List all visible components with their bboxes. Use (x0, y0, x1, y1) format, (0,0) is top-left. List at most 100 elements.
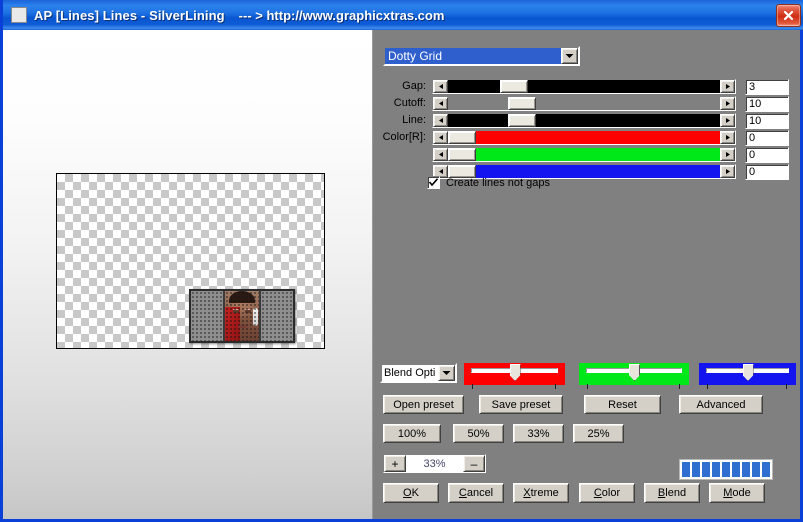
preview-artwork (189, 289, 295, 343)
artwork-right-panel (261, 291, 293, 341)
preview-canvas[interactable] (56, 173, 325, 349)
slider-increment-button[interactable] (720, 114, 735, 127)
slider-track[interactable] (448, 148, 720, 161)
slider-control[interactable] (432, 113, 736, 128)
arrow-right-icon (725, 84, 730, 89)
slider-control[interactable] (432, 79, 736, 94)
slider-thumb[interactable] (507, 97, 536, 110)
button-accel-letter: C (593, 487, 602, 499)
slider-thumb[interactable] (448, 148, 476, 161)
plugin-dialog-window: AP [Lines] Lines - SilverLining --- > ht… (0, 0, 803, 522)
button-accel-letter: M (723, 487, 733, 499)
chevron-down-icon (565, 54, 574, 58)
blend-slider-tick (786, 384, 787, 389)
arrow-right-icon (725, 135, 730, 140)
slider-thumb[interactable] (507, 114, 536, 127)
zoom-decrease-button[interactable]: – (463, 455, 485, 472)
arrow-right-icon (725, 169, 730, 174)
preset-dropdown-arrow[interactable] (561, 48, 578, 64)
save-preset-button[interactable]: Save preset (479, 395, 563, 414)
slider-control[interactable] (432, 130, 736, 145)
zoom-increase-button[interactable]: + (384, 455, 406, 472)
slider-increment-button[interactable] (720, 97, 735, 110)
create-lines-checkbox-row[interactable]: Create lines not gaps (427, 176, 550, 189)
blend-slider-thumb[interactable] (742, 364, 754, 381)
slider-decrement-button[interactable] (433, 97, 448, 110)
cancel-button[interactable]: Cancel (448, 483, 504, 503)
advanced-button[interactable]: Advanced (679, 395, 763, 414)
blend-options-dropdown[interactable]: Blend Opti (380, 363, 457, 383)
arrow-left-icon (438, 152, 443, 157)
arrow-right-icon (725, 152, 730, 157)
slider-track[interactable] (448, 97, 720, 110)
chevron-down-icon (442, 371, 451, 375)
slider-value-input[interactable]: 0 (745, 147, 789, 163)
blend-slider-thumb[interactable] (629, 364, 640, 381)
slider-decrement-button[interactable] (433, 131, 448, 144)
slider-track[interactable] (448, 131, 720, 144)
xtreme-button[interactable]: Xtreme (513, 483, 569, 503)
progress-block (722, 462, 730, 477)
color-button[interactable]: Color (579, 483, 635, 503)
slider-value-input[interactable]: 0 (745, 130, 789, 146)
zoom-33-button[interactable]: 33% (513, 424, 564, 443)
slider-control[interactable] (432, 96, 736, 111)
ok-button[interactable]: OK (383, 483, 439, 503)
slider-value-input[interactable]: 0 (745, 164, 789, 180)
zoom-25-button[interactable]: 25% (573, 424, 624, 443)
blend-slider-tick (707, 384, 708, 389)
slider-increment-button[interactable] (720, 148, 735, 161)
blend-options-arrow[interactable] (438, 365, 455, 381)
blend-slider-tick (472, 384, 473, 389)
slider-value-input[interactable]: 10 (745, 96, 789, 112)
slider-decrement-button[interactable] (433, 80, 448, 93)
blend-slider-green[interactable] (579, 363, 689, 389)
arrow-right-icon (725, 101, 730, 106)
slider-decrement-button[interactable] (433, 114, 448, 127)
slider-increment-button[interactable] (720, 80, 735, 93)
slider-control[interactable] (432, 147, 736, 162)
blend-button[interactable]: Blend (644, 483, 700, 503)
blend-slider-tick (679, 384, 680, 389)
progress-block (712, 462, 720, 477)
dotty-grid-overlay (225, 291, 259, 341)
create-lines-checkbox[interactable] (427, 176, 440, 189)
slider-thumb[interactable] (448, 131, 476, 144)
slider-value-input[interactable]: 10 (745, 113, 789, 129)
slider-label: Line: (402, 114, 426, 126)
blend-slider-thumb[interactable] (509, 364, 521, 381)
slider-track[interactable] (448, 80, 720, 93)
preset-dropdown-value: Dotty Grid (385, 48, 561, 64)
close-button[interactable] (776, 4, 801, 27)
slider-thumb[interactable] (499, 80, 528, 93)
button-accel-letter: B (657, 487, 666, 499)
reset-button[interactable]: Reset (584, 395, 661, 414)
button-label-rest: ode (732, 487, 751, 499)
button-accel-letter: X (523, 487, 531, 499)
progress-block (702, 462, 710, 477)
open-preset-button[interactable]: Open preset (383, 395, 464, 414)
progress-block (752, 462, 760, 477)
blend-slider-blue[interactable] (699, 363, 796, 389)
window-title: AP [Lines] Lines - SilverLining (34, 7, 225, 23)
slider-label: Cutoff: (393, 97, 426, 109)
slider-increment-button[interactable] (720, 131, 735, 144)
progress-block (742, 462, 750, 477)
blend-slider-red[interactable] (464, 363, 565, 389)
zoom-stepper[interactable]: + 33% – (383, 454, 486, 473)
title-bar: AP [Lines] Lines - SilverLining --- > ht… (3, 0, 803, 30)
button-label-rest: treme (530, 487, 559, 499)
slider-decrement-button[interactable] (433, 148, 448, 161)
slider-value-input[interactable]: 3 (745, 79, 789, 95)
close-icon (783, 10, 794, 21)
progress-block (732, 462, 740, 477)
slider-increment-button[interactable] (720, 165, 735, 178)
blend-slider-tick (555, 384, 556, 389)
preset-dropdown[interactable]: Dotty Grid (383, 46, 580, 66)
mode-button[interactable]: Mode (709, 483, 765, 503)
zoom-100-button[interactable]: 100% (383, 424, 441, 443)
slider-track[interactable] (448, 114, 720, 127)
checkmark-icon (429, 178, 438, 187)
button-label-rest: lend (665, 487, 687, 499)
zoom-50-button[interactable]: 50% (453, 424, 504, 443)
